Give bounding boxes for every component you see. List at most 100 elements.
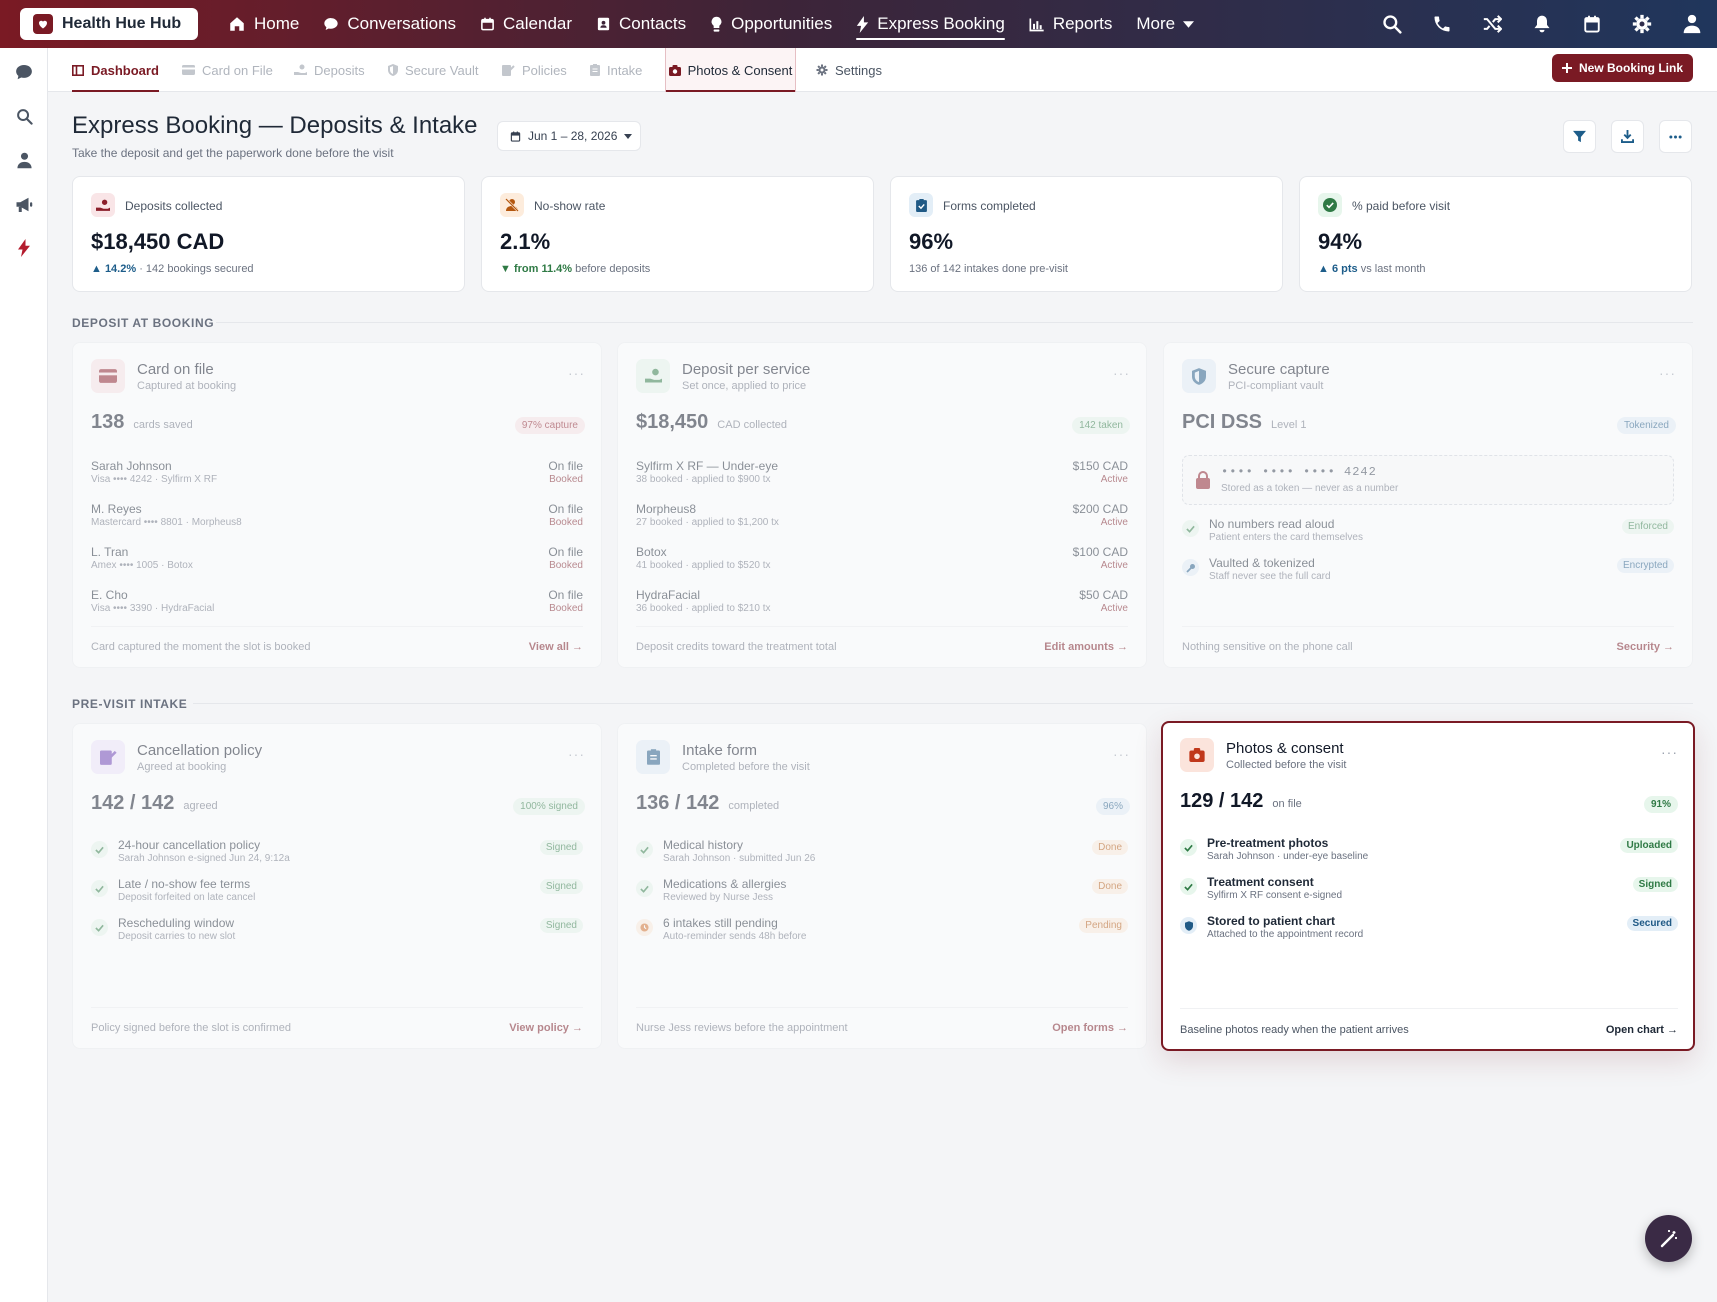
row-detail: Reviewed by Nurse Jess	[663, 892, 774, 903]
tab-deposits[interactable]: Deposits	[294, 48, 365, 92]
shuffle-icon[interactable]	[1467, 0, 1517, 48]
nav-conversations-label: Conversations	[347, 14, 457, 33]
metric-value: 138	[91, 411, 125, 433]
list-item[interactable]: E. Cho Visa •••• 3390 · HydraFacial On f…	[91, 588, 583, 628]
kpi-note: before deposits	[575, 263, 651, 275]
tab-settings[interactable]: Settings	[816, 48, 882, 92]
tab-card-on-file[interactable]: Card on File	[182, 48, 273, 92]
user-icon[interactable]	[12, 148, 36, 172]
user-profile-icon[interactable]	[1667, 0, 1717, 48]
tokenized-badge: Tokenized	[1616, 417, 1676, 434]
kpi-footnote: 136 of 142 intakes done pre-visit	[909, 263, 1068, 275]
chat-bubble-icon[interactable]	[12, 60, 36, 84]
home-icon	[230, 17, 244, 31]
status-badge: Pending	[1079, 918, 1128, 933]
megaphone-icon[interactable]	[12, 192, 36, 216]
list-item[interactable]: L. Tran Amex •••• 1005 · Botox On file B…	[91, 545, 583, 585]
intake-form-card: Intake form Completed before the visit ·…	[617, 723, 1147, 1049]
kpi-value: 96%	[909, 229, 954, 254]
card-metric: 142 / 142 agreed	[91, 792, 218, 815]
nav-home[interactable]: Home	[216, 0, 311, 48]
search-icon[interactable]	[12, 104, 36, 128]
list-item[interactable]: M. Reyes Mastercard •••• 8801 · Morpheus…	[91, 502, 583, 542]
tab-card-on-file-label: Card on File	[202, 62, 273, 78]
card-menu-button[interactable]: ···	[568, 365, 585, 381]
nav-opportunities[interactable]: Opportunities	[698, 0, 844, 48]
taken-count-badge: 142 taken	[1072, 417, 1130, 434]
filter-button[interactable]	[1563, 120, 1596, 153]
nav-express-booking[interactable]: Express Booking	[844, 0, 1017, 48]
list-item[interactable]: Pre-treatment photos Sarah Johnson · und…	[1180, 836, 1678, 874]
section-title-deposit: DEPOSIT AT BOOKING	[72, 316, 215, 330]
status-badge: Signed	[1632, 877, 1678, 892]
kpi-footnote: ▲ 6 pts vs last month	[1318, 263, 1426, 275]
card-menu-button[interactable]: ···	[1113, 746, 1130, 762]
list-item[interactable]: HydraFacial 36 booked · applied to $210 …	[636, 588, 1128, 628]
kpi-label: % paid before visit	[1352, 199, 1451, 213]
new-booking-link-button[interactable]: New Booking Link	[1552, 54, 1693, 82]
bell-icon[interactable]	[1517, 0, 1567, 48]
date-range-picker[interactable]: Jun 1 – 28, 2026	[497, 121, 641, 151]
edit-amounts-link[interactable]: Edit amounts →	[1044, 641, 1128, 653]
brand-logo-button[interactable]: Health Hue Hub	[20, 8, 198, 40]
status-badge: Done	[1092, 879, 1128, 894]
kpi-note: vs last month	[1360, 263, 1426, 275]
tab-photos-consent[interactable]: Photos & Consent	[665, 48, 796, 92]
row-name: M. Reyes	[91, 502, 142, 516]
nav-contacts-label: Contacts	[619, 14, 687, 33]
open-chart-link[interactable]: Open chart →	[1606, 1024, 1678, 1036]
nav-conversations[interactable]: Conversations	[311, 0, 468, 48]
metric-value: 136 / 142	[636, 792, 720, 814]
status-badge: Done	[1092, 840, 1128, 855]
row-name: Medications & allergies	[663, 877, 787, 891]
card-subtitle: Agreed at booking	[137, 761, 227, 773]
search-icon[interactable]	[1367, 0, 1417, 48]
card-menu-button[interactable]: ···	[1659, 365, 1676, 381]
view-all-link[interactable]: View all →	[529, 641, 583, 653]
nav-reports[interactable]: Reports	[1017, 0, 1125, 48]
card-title: Cancellation policy	[137, 742, 263, 759]
list-item[interactable]: Stored to patient chart Attached to the …	[1180, 914, 1678, 952]
footer-note: Card captured the moment the slot is boo…	[91, 641, 311, 653]
card-footer: Nurse Jess reviews before the appointmen…	[636, 1022, 1128, 1034]
list-item[interactable]: Sarah Johnson Visa •••• 4242 · Sylfirm X…	[91, 459, 583, 499]
kpi-value: 94%	[1318, 229, 1363, 254]
card-title: Deposit per service	[682, 361, 811, 378]
card-menu-button[interactable]: ···	[1661, 744, 1678, 760]
download-button[interactable]	[1611, 120, 1644, 153]
list-item[interactable]: Treatment consent Sylfirm X RF consent e…	[1180, 875, 1678, 913]
row-name: Sarah Johnson	[91, 459, 172, 473]
list-item[interactable]: Morpheus8 27 booked · applied to $1,200 …	[636, 502, 1128, 542]
nav-more-dropdown[interactable]: More	[1124, 0, 1206, 48]
lightning-bolt-icon[interactable]	[12, 236, 36, 260]
tab-secure-vault[interactable]: Secure Vault	[388, 48, 478, 92]
tab-dashboard[interactable]: Dashboard	[72, 48, 159, 92]
nav-calendar[interactable]: Calendar	[468, 0, 584, 48]
list-item[interactable]: Botox 41 booked · applied to $520 tx $10…	[636, 545, 1128, 585]
photos-consent-card[interactable]: Photos & consent Collected before the vi…	[1161, 721, 1695, 1051]
kpi-note: · 142 bookings secured	[139, 263, 254, 275]
row-detail: Deposit carries to new slot	[118, 931, 236, 942]
row-detail: Visa •••• 4242 · Sylfirm X RF	[91, 474, 218, 485]
tab-intake[interactable]: Intake	[590, 48, 642, 92]
list-item[interactable]: Sylfirm X RF — Under-eye 38 booked · app…	[636, 459, 1128, 499]
nav-contacts[interactable]: Contacts	[584, 0, 698, 48]
open-forms-link[interactable]: Open forms →	[1052, 1022, 1128, 1034]
security-link[interactable]: Security →	[1617, 641, 1674, 653]
kpi-delta: ▲ 14.2%	[91, 263, 137, 275]
card-metric: PCI DSS Level 1	[1182, 411, 1307, 434]
card-menu-button[interactable]: ···	[1113, 365, 1130, 381]
more-options-button[interactable]	[1659, 120, 1692, 153]
magic-wand-button[interactable]	[1645, 1215, 1692, 1262]
card-menu-button[interactable]: ···	[568, 746, 585, 762]
gear-icon[interactable]	[1617, 0, 1667, 48]
phone-icon[interactable]	[1417, 0, 1467, 48]
tab-policies[interactable]: Policies	[502, 48, 567, 92]
list-item: Medications & allergies Reviewed by Nurs…	[636, 877, 1128, 915]
row-name: Late / no-show fee terms	[118, 877, 251, 891]
view-policy-link[interactable]: View policy →	[509, 1022, 583, 1034]
calendar-icon[interactable]	[1567, 0, 1617, 48]
signature-icon	[91, 740, 125, 774]
calendar-icon	[510, 130, 521, 142]
footer-note: Nothing sensitive on the phone call	[1182, 641, 1353, 653]
